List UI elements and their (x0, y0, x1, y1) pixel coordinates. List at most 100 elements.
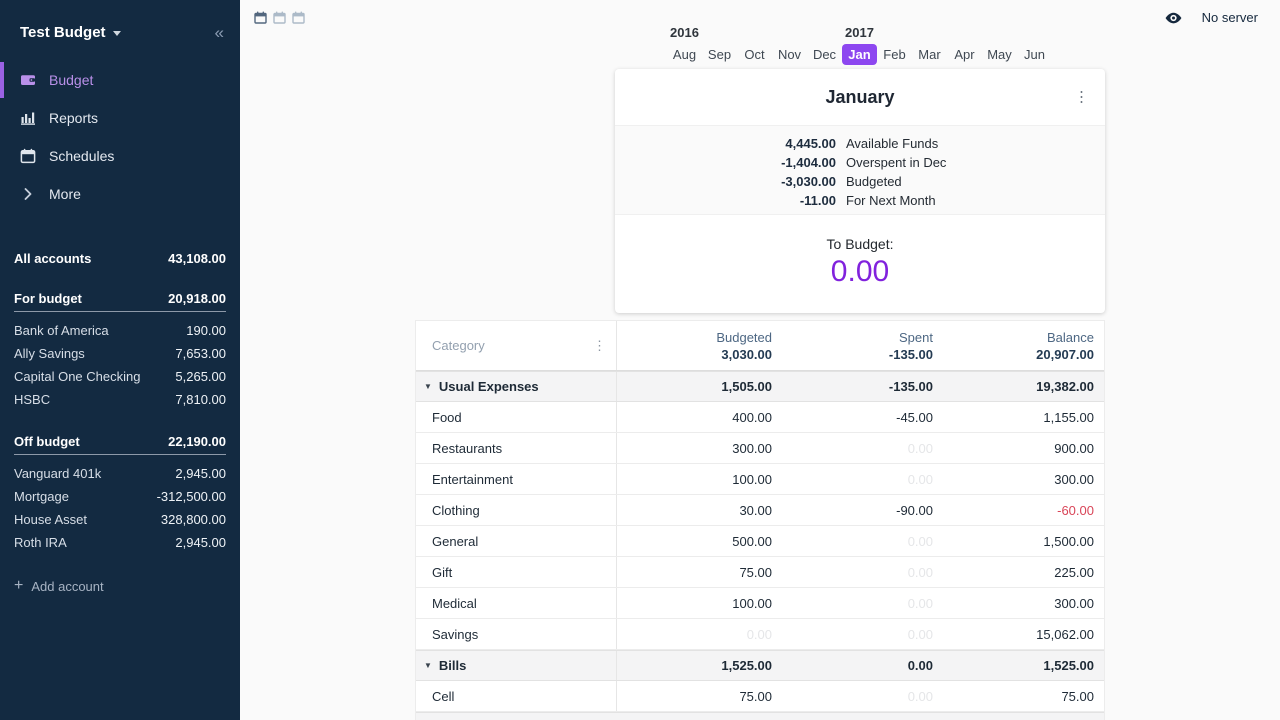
account-balance: -312,500.00 (157, 489, 226, 504)
category-name[interactable]: Clothing (416, 495, 617, 525)
category-group-name[interactable]: ▼ Usual Expenses (416, 372, 617, 401)
show-three-months-button[interactable] (292, 11, 305, 24)
server-status: No server (1165, 10, 1258, 25)
category-name[interactable]: Medical (416, 588, 617, 618)
account-row[interactable]: Ally Savings 7,653.00 (14, 342, 226, 365)
budget-table-row[interactable]: Clothing 30.00 -90.00 -60.00 (416, 495, 1104, 526)
sidebar-item-schedules[interactable]: Schedules (0, 137, 240, 175)
balance-cell[interactable]: 1,155.00 (933, 410, 1094, 425)
category-name[interactable]: Gift (416, 557, 617, 587)
budget-file-switcher[interactable]: Test Budget (20, 24, 121, 41)
month-button[interactable]: Apr (947, 44, 982, 65)
category-name[interactable]: Entertainment (416, 464, 617, 494)
column-total: 20,907.00 (933, 347, 1094, 362)
balance-cell[interactable]: 1,500.00 (933, 534, 1094, 549)
balance-cell[interactable]: -60.00 (933, 503, 1094, 518)
all-accounts-row[interactable]: All accounts 43,108.00 (14, 246, 226, 271)
spent-cell[interactable]: 0.00 (772, 441, 933, 456)
category-name[interactable]: Food (416, 402, 617, 432)
show-two-months-button[interactable] (273, 11, 286, 24)
spent-cell[interactable]: 0.00 (772, 596, 933, 611)
account-row[interactable]: HSBC 7,810.00 (14, 388, 226, 411)
add-account-label: Add account (31, 579, 103, 594)
summary-value: -3,030.00 (615, 172, 836, 191)
summary-row: 4,445.00 Available Funds (615, 134, 1105, 153)
category-name[interactable]: General (416, 526, 617, 556)
for-budget-row[interactable]: For budget 20,918.00 (14, 286, 226, 312)
sidebar-collapse-button[interactable]: « (215, 24, 224, 41)
month-button-selected[interactable]: Jan (842, 44, 877, 65)
budget-table-row[interactable]: Cell 75.00 0.00 75.00 (416, 681, 1104, 712)
budgeted-cell[interactable]: 100.00 (617, 472, 772, 487)
balance-cell[interactable]: 75.00 (933, 689, 1094, 704)
budgeted-cell[interactable]: 400.00 (617, 410, 772, 425)
budget-table-row[interactable]: Savings 0.00 0.00 15,062.00 (416, 619, 1104, 650)
account-row[interactable]: Capital One Checking 5,265.00 (14, 365, 226, 388)
month-button[interactable]: Oct (737, 44, 772, 65)
account-row[interactable]: House Asset 328,800.00 (14, 508, 226, 531)
budgeted-cell[interactable]: 0.00 (617, 627, 772, 642)
budgeted-cell[interactable]: 75.00 (617, 689, 772, 704)
month-button[interactable]: Mar (912, 44, 947, 65)
balance-cell[interactable]: 900.00 (933, 441, 1094, 456)
balance-cell[interactable]: 15,062.00 (933, 627, 1094, 642)
category-group-name[interactable]: ▼ Bills (416, 651, 617, 680)
budget-table-row[interactable]: Restaurants 300.00 0.00 900.00 (416, 433, 1104, 464)
budget-table-row[interactable]: Gift 75.00 0.00 225.00 (416, 557, 1104, 588)
account-name: Roth IRA (14, 535, 67, 550)
year-label: 2017 (842, 25, 877, 40)
month-button[interactable]: Aug (667, 44, 702, 65)
account-row[interactable]: Roth IRA 2,945.00 (14, 531, 226, 554)
balance-cell[interactable]: 300.00 (933, 472, 1094, 487)
sidebar-item-more[interactable]: More (0, 175, 240, 213)
budget-table-row[interactable]: General 500.00 0.00 1,500.00 (416, 526, 1104, 557)
month-button[interactable]: Dec (807, 44, 842, 65)
balance-column-header: Balance 20,907.00 (933, 330, 1094, 362)
account-row[interactable]: Vanguard 401k 2,945.00 (14, 462, 226, 485)
sidebar-item-label: Budget (49, 72, 93, 88)
add-account-button[interactable]: + Add account (14, 578, 226, 594)
spent-cell[interactable]: 0.00 (772, 472, 933, 487)
sidebar-item-reports[interactable]: Reports (0, 99, 240, 137)
collapse-triangle-icon[interactable]: ▼ (424, 382, 432, 391)
collapse-triangle-icon[interactable]: ▼ (424, 661, 432, 670)
budget-table-header: Category ⋮ Budgeted 3,030.00 Spent -135.… (416, 321, 1104, 371)
budget-table-row[interactable]: Entertainment 100.00 0.00 300.00 (416, 464, 1104, 495)
month-button[interactable]: May (982, 44, 1017, 65)
to-budget-amount[interactable]: 0.00 (831, 255, 889, 289)
budget-table-row[interactable]: Medical 100.00 0.00 300.00 (416, 588, 1104, 619)
off-budget-row[interactable]: Off budget 22,190.00 (14, 429, 226, 455)
balance-cell[interactable]: 300.00 (933, 596, 1094, 611)
show-one-month-button[interactable] (254, 11, 267, 24)
month-card-menu-icon[interactable]: ⋮ (1074, 90, 1089, 105)
budgeted-cell[interactable]: 30.00 (617, 503, 772, 518)
account-row[interactable]: Mortgage -312,500.00 (14, 485, 226, 508)
spent-cell[interactable]: -45.00 (772, 410, 933, 425)
group-label: Bills (439, 658, 466, 673)
category-name[interactable]: Cell (416, 681, 617, 711)
budgeted-cell[interactable]: 75.00 (617, 565, 772, 580)
balance-cell[interactable]: 225.00 (933, 565, 1094, 580)
account-row[interactable]: Bank of America 190.00 (14, 319, 226, 342)
spent-cell[interactable]: 0.00 (772, 565, 933, 580)
spent-cell[interactable]: 0.00 (772, 627, 933, 642)
sidebar-item-budget[interactable]: Budget (0, 61, 240, 99)
month-button[interactable]: Jun (1017, 44, 1052, 65)
category-name[interactable]: Savings (416, 619, 617, 649)
month-button[interactable]: Nov (772, 44, 807, 65)
budgeted-cell[interactable]: 500.00 (617, 534, 772, 549)
budget-table-row[interactable]: Food 400.00 -45.00 1,155.00 (416, 402, 1104, 433)
server-status-button[interactable]: No server (1202, 10, 1258, 25)
category-name[interactable]: Restaurants (416, 433, 617, 463)
category-menu-icon[interactable]: ⋮ (593, 339, 606, 352)
month-button[interactable]: Sep (702, 44, 737, 65)
month-button[interactable]: Feb (877, 44, 912, 65)
spent-cell[interactable]: -90.00 (772, 503, 933, 518)
privacy-eye-icon[interactable] (1165, 12, 1182, 24)
budget-table-group-row[interactable]: ▼ Usual Expenses 1,505.00 -135.00 19,382… (416, 371, 1104, 402)
spent-cell[interactable]: 0.00 (772, 689, 933, 704)
spent-cell[interactable]: 0.00 (772, 534, 933, 549)
budgeted-cell[interactable]: 300.00 (617, 441, 772, 456)
budget-table-group-row[interactable]: ▼ Bills 1,525.00 0.00 1,525.00 (416, 650, 1104, 681)
budgeted-cell[interactable]: 100.00 (617, 596, 772, 611)
